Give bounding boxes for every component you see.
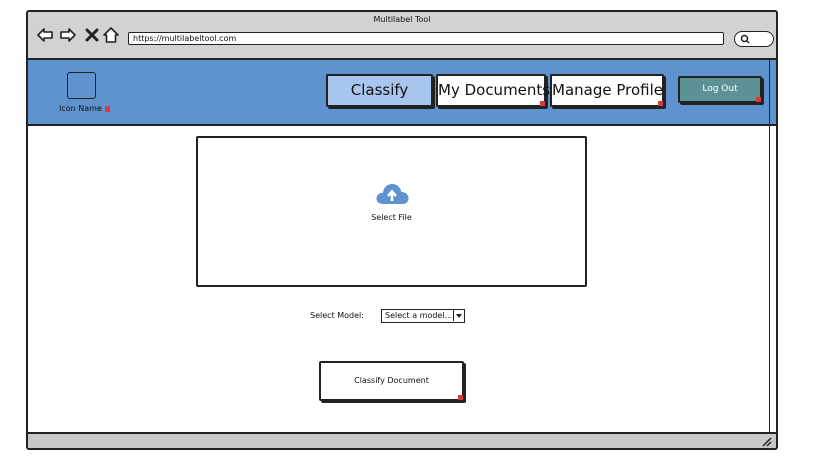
nav-my-documents-button[interactable]: My Documents <box>436 74 550 107</box>
browser-titlebar: Multilabel Tool https://multilabeltool.c… <box>28 12 776 60</box>
link-marker-icon <box>658 101 663 106</box>
select-file-label: Select File <box>371 213 412 222</box>
nav-manage-profile-button[interactable]: Manage Profile <box>550 74 664 107</box>
chevron-down-icon[interactable] <box>453 310 464 321</box>
address-bar[interactable]: https://multilabeltool.com <box>128 32 724 45</box>
home-icon[interactable] <box>102 26 120 44</box>
search-icon <box>740 34 750 44</box>
window-title: Multilabel Tool <box>373 15 431 24</box>
link-marker-icon <box>756 97 761 102</box>
link-marker-icon <box>458 395 463 400</box>
close-icon[interactable] <box>83 26 101 44</box>
link-marker-icon <box>104 106 110 112</box>
logo-label-text: Icon Name <box>59 104 102 113</box>
cloud-upload-icon <box>376 183 409 204</box>
status-bar <box>28 432 776 448</box>
app-header: Icon Name Classify My Documents Manage P… <box>28 60 776 126</box>
resize-grip-icon[interactable] <box>760 435 772 447</box>
back-arrow-icon[interactable] <box>36 26 54 44</box>
logout-label: Log Out <box>702 84 738 94</box>
vertical-scrollbar[interactable] <box>769 60 770 432</box>
browser-search-button[interactable] <box>734 31 774 47</box>
classify-document-label: Classify Document <box>354 376 429 385</box>
model-dropdown-value: Select a model... <box>385 311 453 320</box>
forward-arrow-icon[interactable] <box>59 26 77 44</box>
nav-manage-profile-label: Manage Profile <box>552 81 663 99</box>
nav-classify-label: Classify <box>350 81 409 99</box>
model-dropdown[interactable]: Select a model... <box>381 309 465 323</box>
file-drop-zone[interactable]: Select File <box>196 136 587 287</box>
link-marker-icon <box>540 101 545 106</box>
app-logo <box>67 72 96 99</box>
nav-classify-button[interactable]: Classify <box>326 74 433 107</box>
select-model-label: Select Model: <box>310 311 364 320</box>
nav-my-documents-label: My Documents <box>438 81 551 99</box>
logout-button[interactable]: Log Out <box>678 76 762 103</box>
logo-label: Icon Name <box>59 104 110 113</box>
classify-document-button[interactable]: Classify Document <box>319 361 464 401</box>
